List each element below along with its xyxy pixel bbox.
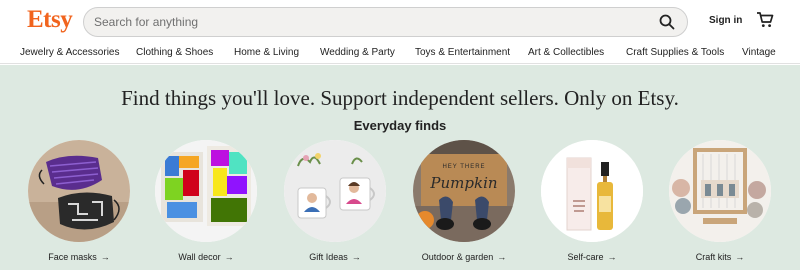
cart-icon[interactable] bbox=[756, 11, 774, 29]
nav-item-clothing-shoes[interactable]: Clothing & Shoes bbox=[136, 47, 213, 58]
nav-item-jewelry-accessories[interactable]: Jewelry & Accessories bbox=[20, 47, 119, 58]
category-face-masks[interactable]: Face masks → bbox=[27, 140, 131, 262]
arrow-right-icon: → bbox=[351, 252, 361, 262]
search-icon bbox=[659, 14, 675, 30]
arrow-right-icon: → bbox=[735, 252, 745, 262]
category-label-text: Self-care bbox=[567, 252, 604, 262]
arrow-right-icon: → bbox=[607, 252, 617, 262]
craft-kits-image bbox=[669, 140, 771, 242]
category-label-text: Craft kits bbox=[695, 252, 732, 262]
nav-item-home-living[interactable]: Home & Living bbox=[234, 47, 299, 58]
outdoor-garden-image: HEY THERE Pumpkin bbox=[413, 140, 515, 242]
search-button[interactable] bbox=[655, 11, 679, 33]
hero-tagline: Find things you'll love. Support indepen… bbox=[121, 86, 679, 110]
doormat-text-top: HEY THERE bbox=[442, 164, 485, 170]
category-outdoor-garden[interactable]: HEY THERE Pumpkin Outdoor & garden → bbox=[412, 140, 516, 262]
category-label: Self-care → bbox=[540, 252, 644, 262]
category-label-text: Wall decor bbox=[178, 252, 221, 262]
arrow-right-icon: → bbox=[224, 252, 234, 262]
sign-in-link[interactable]: Sign in bbox=[709, 15, 742, 26]
search-input[interactable] bbox=[94, 13, 634, 31]
nav-item-vintage[interactable]: Vintage bbox=[742, 47, 776, 58]
etsy-logo[interactable]: Etsy bbox=[27, 6, 73, 34]
category-label: Outdoor & garden → bbox=[412, 252, 516, 262]
site-header: Etsy Sign in bbox=[0, 0, 800, 42]
category-label: Face masks → bbox=[27, 252, 131, 262]
category-label: Wall decor → bbox=[154, 252, 258, 262]
self-care-image bbox=[541, 140, 643, 242]
category-label-text: Outdoor & garden bbox=[421, 252, 494, 262]
wall-decor-image bbox=[155, 140, 257, 242]
nav-item-craft-supplies-tools[interactable]: Craft Supplies & Tools bbox=[626, 47, 724, 58]
category-label: Gift Ideas → bbox=[283, 252, 387, 262]
category-craft-kits[interactable]: Craft kits → bbox=[668, 140, 772, 262]
category-self-care[interactable]: Self-care → bbox=[540, 140, 644, 262]
category-label-text: Gift Ideas bbox=[309, 252, 348, 262]
nav-item-art-collectibles[interactable]: Art & Collectibles bbox=[528, 47, 604, 58]
category-gift-ideas[interactable]: Gift Ideas → bbox=[283, 140, 387, 262]
gift-ideas-image bbox=[284, 140, 386, 242]
everyday-finds-heading: Everyday finds bbox=[353, 118, 447, 133]
category-nav: Jewelry & Accessories Clothing & Shoes H… bbox=[0, 42, 800, 64]
nav-item-toys-entertainment[interactable]: Toys & Entertainment bbox=[415, 47, 510, 58]
category-wall-decor[interactable]: Wall decor → bbox=[154, 140, 258, 262]
arrow-right-icon: → bbox=[100, 252, 110, 262]
category-label: Craft kits → bbox=[668, 252, 772, 262]
nav-item-wedding-party[interactable]: Wedding & Party bbox=[320, 47, 395, 58]
category-label-text: Face masks bbox=[48, 252, 97, 262]
doormat-text-main: Pumpkin bbox=[429, 174, 497, 192]
face-masks-image bbox=[28, 140, 130, 242]
search-bar[interactable] bbox=[83, 7, 688, 37]
arrow-right-icon: → bbox=[497, 252, 507, 262]
